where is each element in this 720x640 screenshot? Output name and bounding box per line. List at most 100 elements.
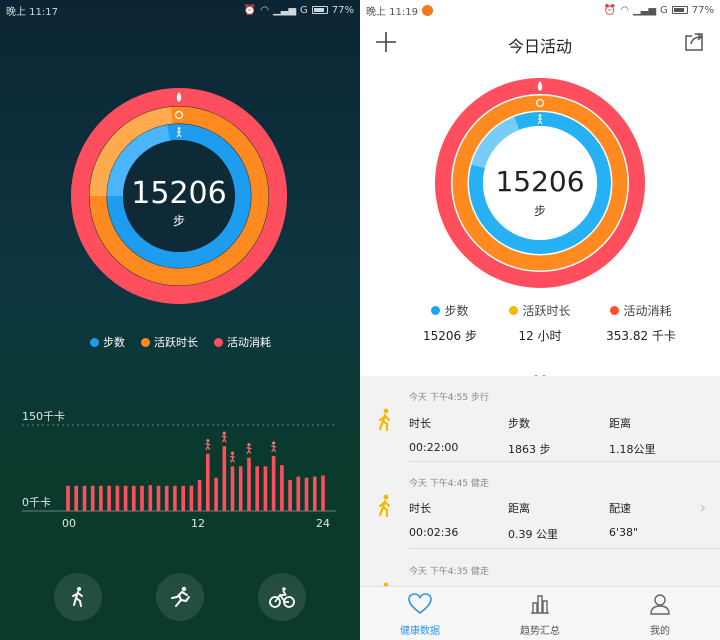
stat-label: 步数 [444, 304, 469, 318]
status-time: 晚上 11:19 [366, 6, 418, 18]
activity-marker-icon [221, 431, 227, 443]
calorie-bar [156, 485, 161, 511]
stat-value: 353.82 千卡 [606, 329, 676, 343]
status-time: 晚上 11:17 [6, 6, 58, 18]
bar-chart-icon [531, 595, 549, 614]
record-col: 配速 6'38" [609, 500, 638, 539]
status-bar: 晚上 11:19 ⏰ ◠ ▁▃▅ G 77% [360, 0, 720, 20]
x-label-00: 00 [62, 517, 76, 530]
page-title: 今日活动 [507, 37, 572, 56]
calorie-bar [181, 485, 185, 511]
run-mode-button[interactable] [156, 573, 204, 621]
record-col: 距离 1.18公里 [609, 415, 656, 457]
stat-steps: 步数 15206 步 [400, 302, 500, 344]
chevron-right-icon[interactable]: › [700, 498, 706, 517]
calorie-bar [74, 485, 78, 511]
step-count: 15206 [131, 176, 227, 211]
status-bar: 晚上 11:17 ⏰ ◠ ▁▃▅ G 77% [0, 0, 360, 20]
activity-rings-screen: 晚上 11:17 ⏰ ◠ ▁▃▅ G 77% 15206 步 步数 活跃时长 活… [0, 0, 360, 640]
calorie-bar [238, 466, 243, 511]
legend-item-calories: 活动消耗 [214, 334, 271, 350]
record-value: 6'38" [609, 526, 639, 539]
record-value: 00:02:36 [409, 526, 459, 539]
walker-icon [378, 408, 391, 432]
activity-marker-icon [229, 451, 236, 463]
battery-icon [671, 6, 688, 14]
record-col: 距离 0.39 公里 [508, 500, 558, 542]
stat-calories: 活动消耗 353.82 千卡 [586, 302, 696, 344]
calorie-bar [123, 485, 128, 511]
step-count: 15206 [495, 165, 585, 198]
x-label-24: 24 [316, 517, 330, 530]
calorie-bar [164, 485, 169, 511]
calorie-bar [255, 466, 259, 511]
calorie-bar [206, 453, 210, 511]
activity-records-list[interactable]: 今天 下午4:55 步行 时长 00:22:00 步数 1863 步 距离 1.18公… [360, 376, 720, 586]
step-unit: 步 [533, 204, 546, 218]
calorie-bar [304, 477, 309, 511]
activity-record[interactable]: 今天 下午4:45 健走 时长 00:02:36 距离 0.39 公里 配速 6'38… [360, 462, 720, 549]
ring-legend: 步数 活跃时长 活动消耗 [90, 334, 287, 350]
record-col: 时长 00:02:36 [409, 500, 458, 539]
calorie-bar [148, 485, 153, 511]
calorie-bar [189, 485, 194, 511]
calorie-bar [140, 485, 144, 511]
calorie-bar [197, 480, 202, 511]
record-label: 距离 [609, 417, 631, 430]
share-icon [685, 33, 703, 51]
legend-label: 步数 [103, 336, 125, 349]
record-value: 0.39 公里 [508, 528, 558, 541]
activity-marker-icon [205, 439, 211, 450]
legend-dot [214, 337, 223, 347]
network-type: G [300, 4, 308, 16]
walk-mode-button[interactable] [54, 573, 102, 621]
calorie-bar [230, 466, 235, 511]
legend-dot [141, 337, 150, 347]
calorie-bar [214, 477, 218, 511]
tab-label: 我的 [650, 626, 670, 637]
stat-dot [610, 306, 620, 315]
tab-label: 健康数据 [400, 626, 440, 637]
notification-icon [422, 4, 433, 16]
share-button[interactable] [682, 30, 706, 54]
calorie-bar [263, 466, 268, 511]
tab-health-data[interactable]: 健康数据 [370, 593, 470, 637]
clock-icon [534, 97, 546, 109]
calorie-bar [99, 485, 103, 511]
tab-me[interactable]: 我的 [610, 593, 710, 637]
calorie-bar [313, 476, 317, 511]
calorie-bars [22, 424, 336, 512]
stat-dot [431, 306, 441, 315]
stat-label: 活动消耗 [623, 304, 672, 318]
calorie-bar [247, 457, 251, 511]
calorie-chart: 150千卡 0千卡 00 12 24 [0, 400, 360, 540]
signal-icon: ▁▃▅ [632, 4, 657, 16]
stat-value: 15206 步 [423, 329, 477, 343]
run-icon [171, 586, 190, 607]
record-label: 时长 [409, 417, 431, 430]
record-col: 步数 1863 步 [508, 415, 551, 457]
calorie-bar [132, 485, 136, 511]
today-activity-screen: 晚上 11:19 ⏰ ◠ ▁▃▅ G 77% 今日活动 15206 步 步数 1… [360, 0, 720, 640]
record-label: 时长 [409, 502, 431, 515]
stat-value: 12 小时 [518, 329, 562, 343]
clock-icon [173, 109, 185, 121]
calorie-bar [321, 475, 325, 511]
legend-item-steps: 步数 [90, 334, 125, 350]
stat-dot [509, 306, 519, 315]
flame-icon [173, 91, 185, 103]
calorie-bar [66, 485, 70, 511]
calorie-bar [173, 485, 177, 511]
cycle-mode-button[interactable] [258, 573, 306, 621]
record-header: 今天 下午4:45 健走 [409, 479, 489, 489]
heart-icon [408, 593, 432, 615]
battery-level: 77% [331, 4, 354, 16]
record-header: 今天 下午4:55 步行 [409, 393, 489, 403]
calorie-bar [90, 485, 95, 511]
tab-trend-summary[interactable]: 趋势汇总 [490, 593, 590, 637]
record-value: 1.18公里 [609, 443, 656, 456]
battery-level: 77% [691, 4, 714, 16]
activity-record[interactable]: 今天 下午4:55 步行 时长 00:22:00 步数 1863 步 距离 1.18公… [360, 376, 720, 462]
activity-record[interactable]: 今天 下午4:35 健走 [360, 550, 720, 586]
flame-icon [534, 80, 546, 92]
